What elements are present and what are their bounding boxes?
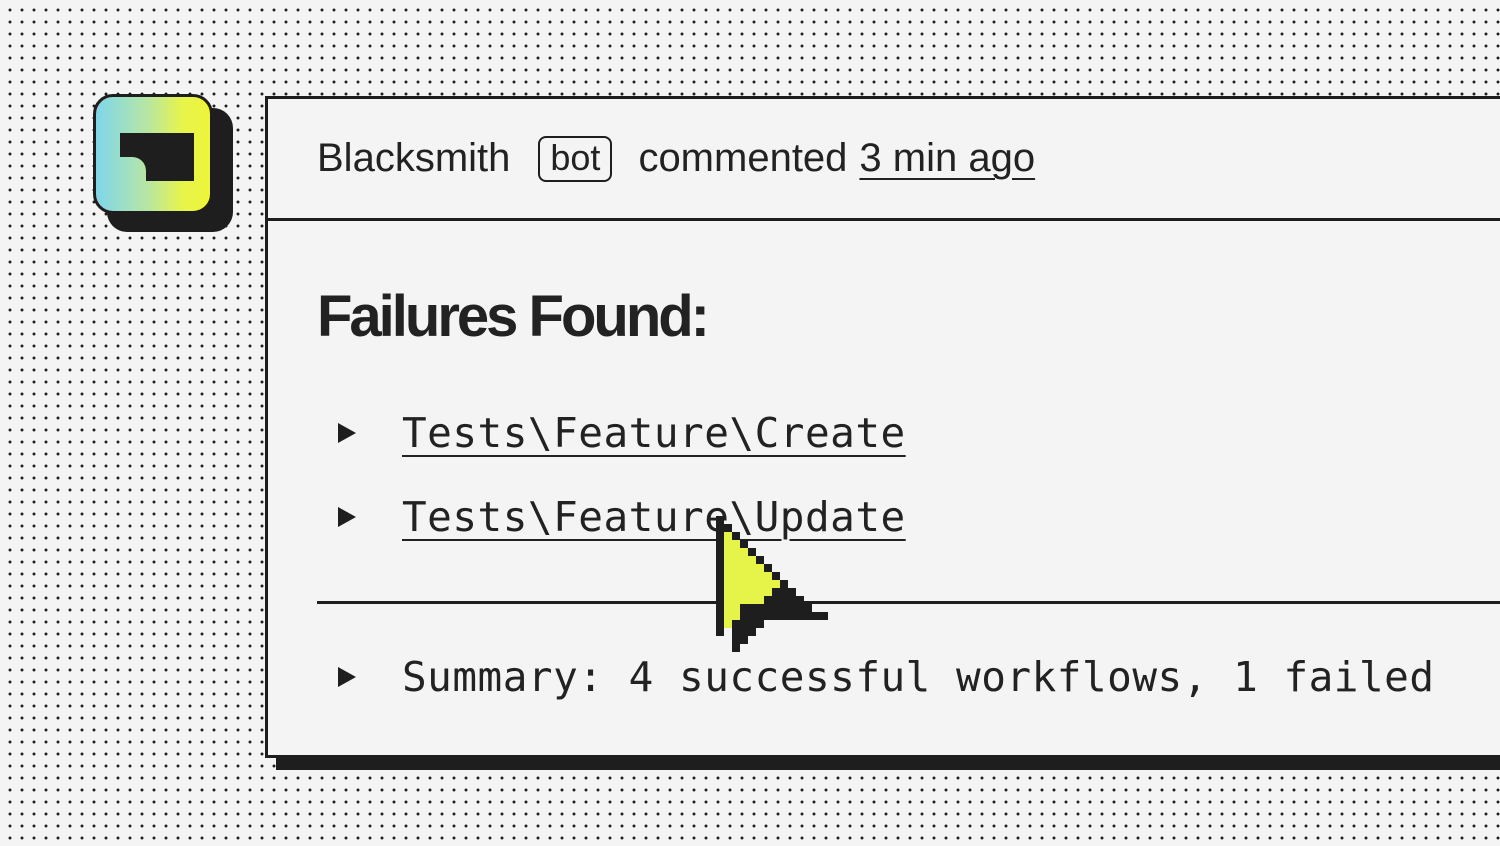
failure-link-update[interactable]: Tests\Feature\Update — [402, 493, 906, 541]
summary-disclosure[interactable]: Summary: 4 successful workflows, 1 faile… — [338, 652, 1435, 702]
disclosure-triangle-icon[interactable] — [338, 423, 356, 443]
author-name[interactable]: Blacksmith — [317, 136, 510, 181]
pointer-cursor-icon — [716, 516, 828, 652]
comment-timestamp-link[interactable]: 3 min ago — [859, 136, 1035, 181]
avatar-badge — [93, 94, 213, 214]
bot-badge: bot — [538, 135, 613, 182]
blacksmith-logo-icon — [120, 133, 194, 181]
bot-avatar[interactable] — [93, 94, 233, 234]
comment-card: Blacksmith bot commented 3 min ago Failu… — [265, 96, 1500, 758]
comment-header: Blacksmith bot commented 3 min ago — [268, 99, 1500, 221]
disclosure-triangle-icon[interactable] — [338, 667, 356, 687]
failure-item-create[interactable]: Tests\Feature\Create — [338, 408, 906, 458]
comment-action: commented — [638, 136, 848, 180]
summary-text[interactable]: Summary: 4 successful workflows, 1 faile… — [402, 653, 1435, 701]
failure-link-create[interactable]: Tests\Feature\Create — [402, 409, 906, 457]
failures-heading: Failures Found: — [317, 284, 710, 349]
section-divider — [317, 601, 1500, 604]
disclosure-triangle-icon[interactable] — [338, 507, 356, 527]
